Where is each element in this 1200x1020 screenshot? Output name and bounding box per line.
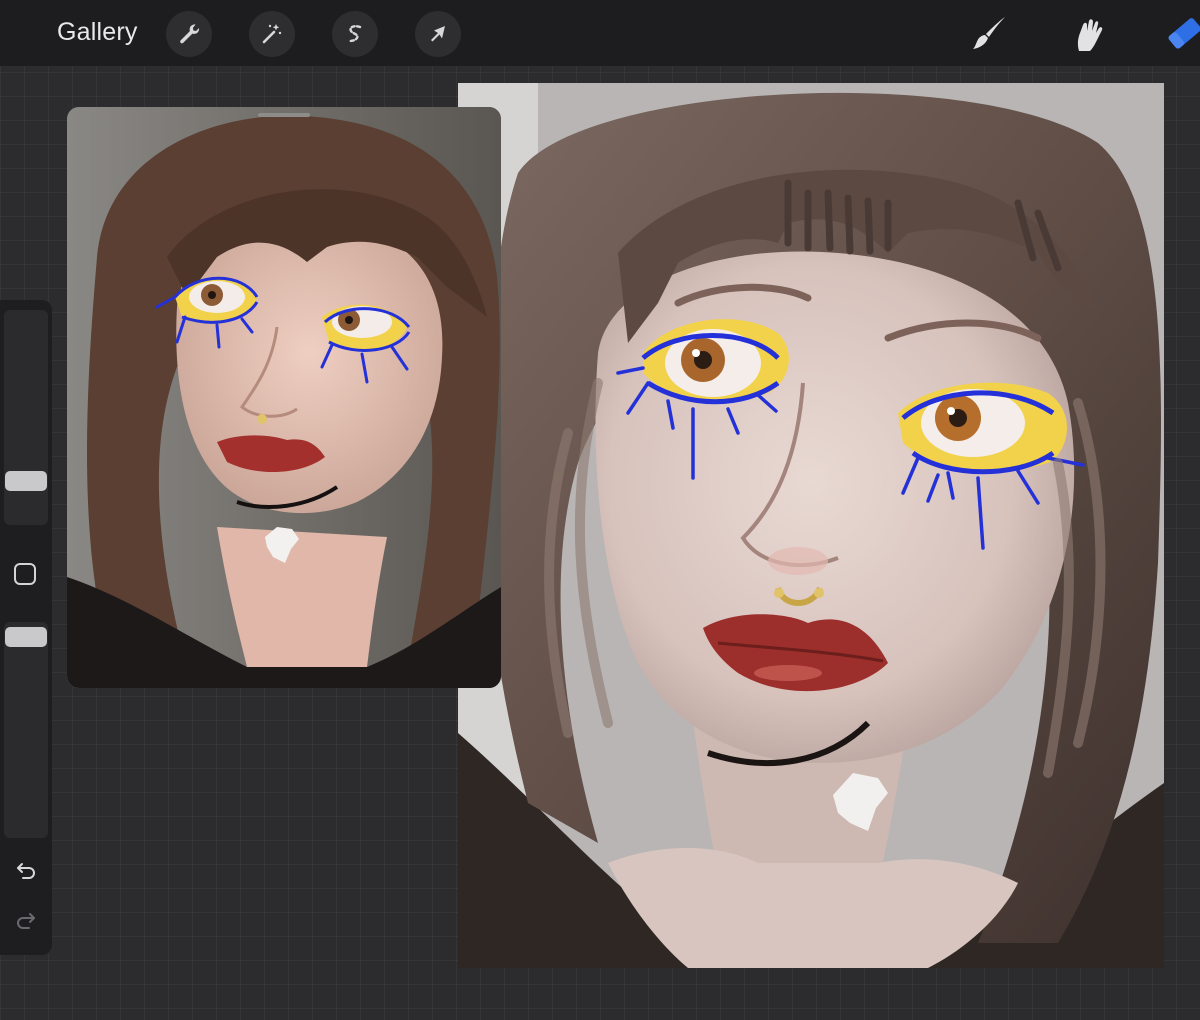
opacity-thumb[interactable] <box>5 627 47 647</box>
procreate-app: Gallery <box>0 0 1200 1020</box>
undo-button[interactable] <box>12 856 40 884</box>
reference-window[interactable] <box>67 107 501 688</box>
actions-button[interactable] <box>166 11 212 57</box>
wrench-icon <box>180 24 200 44</box>
redo-icon <box>17 913 35 929</box>
eraser-tool-button[interactable] <box>1160 10 1200 58</box>
undo-icon <box>17 863 35 879</box>
adjustments-button[interactable] <box>249 11 295 57</box>
opacity-slider[interactable] <box>4 622 48 838</box>
eraser-icon <box>1168 18 1200 49</box>
gallery-button[interactable]: Gallery <box>57 18 138 47</box>
modify-button[interactable] <box>14 563 36 585</box>
brush-icon <box>973 17 1005 49</box>
top-toolbar: Gallery <box>0 0 1200 66</box>
left-sidebar <box>0 300 52 955</box>
brush-size-slider[interactable] <box>4 310 48 525</box>
painting-canvas[interactable] <box>458 83 1164 968</box>
magic-wand-icon <box>262 24 282 44</box>
transform-button[interactable] <box>415 11 461 57</box>
reference-photo <box>67 107 501 688</box>
selection-s-icon <box>347 25 362 43</box>
brush-tool-button[interactable] <box>966 10 1014 58</box>
smudge-icon <box>1077 19 1103 51</box>
smudge-tool-button[interactable] <box>1064 10 1112 58</box>
selection-button[interactable] <box>332 11 378 57</box>
redo-button[interactable] <box>12 906 40 934</box>
brush-size-thumb[interactable] <box>5 471 47 491</box>
arrow-cursor-icon <box>431 26 445 42</box>
painting-artwork <box>458 83 1164 968</box>
reference-drag-handle[interactable] <box>258 113 310 117</box>
